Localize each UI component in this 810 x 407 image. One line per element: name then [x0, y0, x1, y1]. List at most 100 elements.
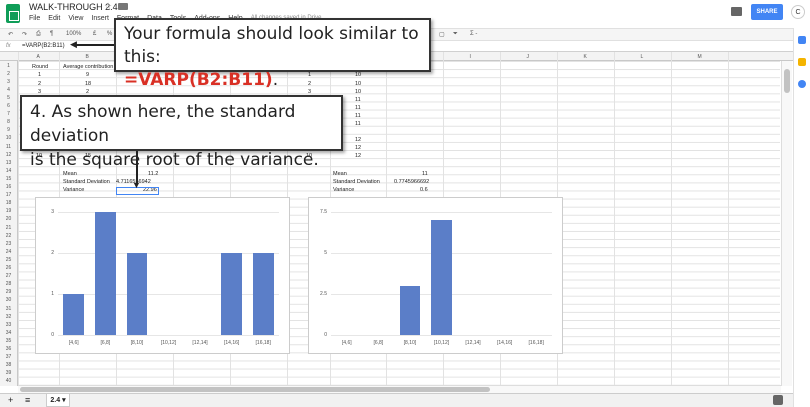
chart-bar[interactable]	[221, 253, 243, 335]
row-header[interactable]: 25	[0, 257, 17, 263]
value-mean-right[interactable]: 11	[422, 171, 428, 177]
column-header-a[interactable]: A	[37, 54, 40, 60]
row-header[interactable]: 21	[0, 225, 17, 231]
chart-bar[interactable]	[94, 212, 116, 335]
menu-insert[interactable]: Insert	[91, 15, 109, 22]
cell-a1[interactable]: Round	[32, 64, 48, 70]
row-header[interactable]: 28	[0, 281, 17, 287]
column-header-k[interactable]: K	[584, 54, 587, 60]
horizontal-scrollbar[interactable]	[18, 385, 781, 393]
chart-bar[interactable]	[399, 285, 421, 335]
label-std-dev[interactable]: Standard Deviation	[63, 179, 110, 185]
filter-icon[interactable]: ⏷	[453, 31, 458, 38]
undo-icon[interactable]: ↶	[8, 31, 13, 38]
cell-i6[interactable]: 11	[355, 105, 361, 111]
zoom-select[interactable]: 100%	[66, 31, 81, 37]
row-header[interactable]: 22	[0, 233, 17, 239]
formula-input[interactable]: =VARP(B2:B11)	[22, 43, 65, 49]
menu-edit[interactable]: Edit	[48, 15, 60, 22]
label-std-dev-right[interactable]: Standard Deviation	[333, 179, 380, 185]
histogram-chart-right[interactable]: 0 2.5 5 7.5 [4,6] [6,8] [8,10] [10,12] [12,14] [1…	[308, 197, 563, 354]
row-header[interactable]: 18	[0, 200, 17, 206]
row-header[interactable]: 20	[0, 216, 17, 222]
row-header[interactable]: 33	[0, 322, 17, 328]
cell-i8[interactable]: 11	[355, 121, 361, 127]
chart-bar[interactable]	[431, 220, 452, 335]
chart-bar[interactable]	[252, 253, 274, 335]
keep-icon[interactable]	[798, 58, 806, 66]
horizontal-scroll-thumb[interactable]	[20, 387, 490, 392]
row-header[interactable]: 15	[0, 176, 17, 182]
chart-bar[interactable]	[63, 294, 85, 335]
row-header[interactable]: 40	[0, 378, 17, 384]
add-sheet-icon[interactable]: +	[8, 395, 13, 405]
row-header[interactable]: 9	[0, 127, 17, 133]
row-header[interactable]: 5	[0, 95, 17, 101]
row-header[interactable]: 2	[0, 71, 17, 77]
column-header-j[interactable]: J	[527, 54, 530, 60]
cell-b1[interactable]: Average contribution	[63, 64, 113, 70]
row-header[interactable]: 6	[0, 103, 17, 109]
share-button[interactable]: SHARE	[751, 4, 783, 20]
row-header[interactable]: 37	[0, 354, 17, 360]
row-header[interactable]: 36	[0, 346, 17, 352]
row-header[interactable]: 38	[0, 362, 17, 368]
star-icon[interactable]: ☆	[104, 1, 112, 12]
menu-file[interactable]: File	[29, 15, 40, 22]
print-icon[interactable]: ⎙	[36, 31, 41, 38]
value-std-dev-right[interactable]: 0.7745966692	[394, 179, 429, 185]
paint-format-icon[interactable]: ¶	[50, 31, 53, 37]
menu-view[interactable]: View	[68, 15, 83, 22]
cell-i5[interactable]: 11	[355, 97, 361, 103]
cell-b2[interactable]: 9	[86, 72, 89, 78]
cell-b3[interactable]: 18	[85, 81, 91, 87]
column-header-m[interactable]: M	[698, 54, 702, 60]
row-header[interactable]: 8	[0, 119, 17, 125]
row-header[interactable]: 11	[0, 144, 17, 150]
borders-icon[interactable]: ▢	[439, 31, 445, 38]
sheet-tab-active[interactable]: 2.4 ▾	[46, 394, 70, 407]
column-header-l[interactable]: L	[641, 54, 644, 60]
label-variance-right[interactable]: Variance	[333, 187, 354, 193]
row-header[interactable]: 7	[0, 111, 17, 117]
percent-format-button[interactable]: %	[107, 31, 112, 37]
row-header[interactable]: 13	[0, 160, 17, 166]
row-header[interactable]: 4	[0, 87, 17, 93]
label-variance[interactable]: Variance	[63, 187, 84, 193]
vertical-scrollbar[interactable]	[781, 61, 792, 386]
column-header-i[interactable]: I	[470, 54, 471, 60]
row-header[interactable]: 1	[0, 63, 17, 69]
row-header[interactable]: 29	[0, 289, 17, 295]
row-header[interactable]: 10	[0, 135, 17, 141]
row-header[interactable]: 27	[0, 273, 17, 279]
row-header[interactable]: 16	[0, 184, 17, 190]
calendar-icon[interactable]	[798, 36, 806, 44]
comments-icon[interactable]	[731, 7, 742, 16]
row-header[interactable]: 3	[0, 79, 17, 85]
cell-i9[interactable]: 12	[355, 137, 361, 143]
redo-icon[interactable]: ↷	[22, 31, 27, 38]
folder-icon[interactable]	[118, 3, 128, 10]
row-header[interactable]: 32	[0, 314, 17, 320]
cell-i11[interactable]: 12	[355, 153, 361, 159]
chart-bar[interactable]	[126, 253, 148, 335]
row-header[interactable]: 23	[0, 241, 17, 247]
histogram-chart-left[interactable]: 0 1 2 3 [4,6] [6,8] [8,10] [10,12] [12,14] [14,16…	[35, 197, 290, 354]
explore-icon[interactable]	[773, 395, 783, 405]
row-header[interactable]: 34	[0, 330, 17, 336]
avatar[interactable]: C	[791, 5, 805, 19]
cell-i7[interactable]: 11	[355, 113, 361, 119]
sheets-logo-icon[interactable]	[6, 4, 20, 23]
row-header[interactable]: 30	[0, 297, 17, 303]
row-header[interactable]: 14	[0, 168, 17, 174]
row-header[interactable]: 19	[0, 208, 17, 214]
row-header[interactable]: 12	[0, 152, 17, 158]
row-header[interactable]: 39	[0, 370, 17, 376]
cell-i10[interactable]: 12	[355, 145, 361, 151]
row-header[interactable]: 35	[0, 338, 17, 344]
column-header-b[interactable]: B	[86, 54, 89, 60]
tasks-icon[interactable]	[798, 80, 806, 88]
all-sheets-icon[interactable]: ≡	[25, 395, 30, 405]
row-header[interactable]: 26	[0, 265, 17, 271]
value-variance-right[interactable]: 0.6	[420, 187, 428, 193]
